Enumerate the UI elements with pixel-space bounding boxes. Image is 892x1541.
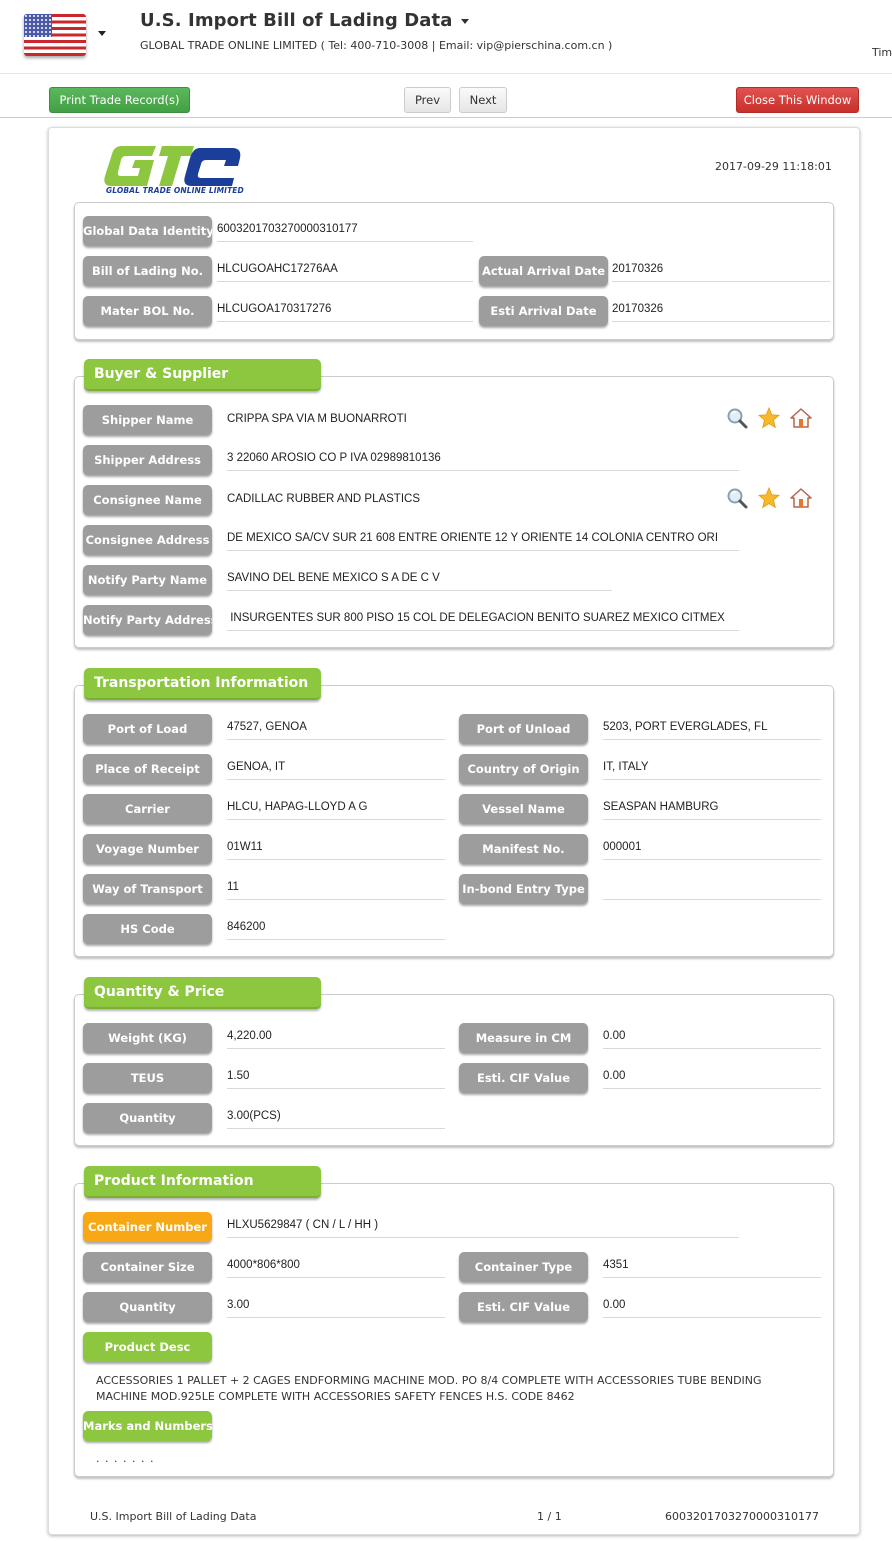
bill-of-lading-label: Bill of Lading No. <box>83 256 212 286</box>
star-icon[interactable] <box>758 407 780 429</box>
teus-label: TEUS <box>83 1063 212 1093</box>
esti-cif-value: 0.00 <box>603 1067 821 1089</box>
inbond-entry-type-value <box>603 878 821 900</box>
country-dropdown-caret-icon[interactable] <box>98 31 106 36</box>
actual-arrival-date-label: Actual Arrival Date <box>479 256 608 286</box>
print-trade-records-button[interactable]: Print Trade Record(s) <box>49 87 190 113</box>
esti-cif-value-label: Esti. CIF Value <box>459 1063 588 1093</box>
shipper-address-value: 3 22060 AROSIO CO P IVA 02989810136 <box>227 449 739 471</box>
port-of-load-label: Port of Load <box>83 714 212 744</box>
shipper-name-label: Shipper Name <box>83 405 212 435</box>
container-type-label: Container Type <box>459 1252 588 1282</box>
port-of-load-value: 47527, GENOA <box>227 718 445 740</box>
carrier-label: Carrier <box>83 794 212 824</box>
measure-value: 0.00 <box>603 1027 821 1049</box>
container-size-value: 4000*806*800 <box>227 1256 445 1278</box>
place-of-receipt-value: GENOA, IT <box>227 758 445 780</box>
mater-bol-label: Mater BOL No. <box>83 296 212 326</box>
vessel-name-label: Vessel Name <box>459 794 588 824</box>
footer-page-indicator: 1 / 1 <box>537 1510 562 1523</box>
container-type-value: 4351 <box>603 1256 821 1278</box>
esti-arrival-date-label: Esti Arrival Date <box>479 296 608 326</box>
page-header: U.S. Import Bill of Lading Data GLOBAL T… <box>0 0 892 74</box>
voyage-number-label: Voyage Number <box>83 834 212 864</box>
truncated-time-label: Tim <box>872 46 892 59</box>
container-size-label: Container Size <box>83 1252 212 1282</box>
weight-value: 4,220.00 <box>227 1027 445 1049</box>
notify-party-name-value: SAVINO DEL BENE MEXICO S A DE C V <box>227 569 612 591</box>
place-of-receipt-label: Place of Receipt <box>83 754 212 784</box>
close-window-button[interactable]: Close This Window <box>736 87 859 113</box>
measure-label: Measure in CM <box>459 1023 588 1053</box>
global-data-identity-value: 6003201703270000310177 <box>217 220 473 242</box>
consignee-action-icons <box>726 487 812 509</box>
consignee-name-value: CADILLAC RUBBER AND PLASTICS <box>227 493 421 505</box>
voyage-number-value: 01W11 <box>227 838 445 860</box>
container-number-label: Container Number <box>83 1212 212 1242</box>
esti-arrival-date-value: 20170326 <box>612 300 830 322</box>
search-icon[interactable] <box>726 487 748 509</box>
footer-title: U.S. Import Bill of Lading Data <box>90 1510 257 1523</box>
quantity-label: Quantity <box>83 1103 212 1133</box>
mater-bol-value: HLCUGOA170317276 <box>217 300 473 322</box>
weight-label: Weight (KG) <box>83 1023 212 1053</box>
home-icon[interactable] <box>790 487 812 509</box>
star-icon[interactable] <box>758 487 780 509</box>
record-timestamp: 2017-09-29 11:18:01 <box>715 160 832 173</box>
quantity-price-section-title: Quantity & Price Information <box>84 977 321 1030</box>
bill-of-lading-value: HLCUGOAHC17276AA <box>217 260 473 282</box>
consignee-address-label: Consignee Address <box>83 525 212 555</box>
title-dropdown-caret-icon[interactable] <box>460 18 469 24</box>
home-icon[interactable] <box>790 407 812 429</box>
product-quantity-label: Quantity <box>83 1292 212 1322</box>
way-of-transport-value: 11 <box>227 878 445 900</box>
prev-button[interactable]: Prev <box>404 87 451 113</box>
container-number-value: HLXU5629847 ( CN / L / HH ) <box>227 1216 739 1238</box>
way-of-transport-label: Way of Transport <box>83 874 212 904</box>
product-desc-label: Product Desc <box>83 1332 212 1362</box>
search-icon[interactable] <box>726 407 748 429</box>
shipper-action-icons <box>726 407 812 429</box>
logo-caption: GLOBAL TRADE ONLINE LIMITED <box>106 186 244 195</box>
company-contact-info: GLOBAL TRADE ONLINE LIMITED ( Tel: 400-7… <box>140 39 613 52</box>
port-of-unload-value: 5203, PORT EVERGLADES, FL <box>603 718 821 740</box>
vessel-name-value: SEASPAN HAMBURG <box>603 798 821 820</box>
country-of-origin-label: Country of Origin <box>459 754 588 784</box>
notify-party-name-label: Notify Party Name <box>83 565 212 595</box>
consignee-address-value: DE MEXICO SA/CV SUR 21 608 ENTRE ORIENTE… <box>227 529 739 551</box>
toolbar: Print Trade Record(s) Prev Next Close Th… <box>0 75 892 118</box>
next-button[interactable]: Next <box>459 87 507 113</box>
inbond-entry-type-label: In-bond Entry Type <box>459 874 588 904</box>
page-title-text: U.S. Import Bill of Lading Data <box>140 10 453 31</box>
notify-party-address-value: INSURGENTES SUR 800 PISO 15 COL DE DELEG… <box>227 609 739 631</box>
footer-record-id: 6003201703270000310177 <box>665 1510 819 1523</box>
transportation-section-title: Transportation Information <box>84 668 321 700</box>
product-quantity-value: 3.00 <box>227 1296 445 1318</box>
manifest-no-label: Manifest No. <box>459 834 588 864</box>
product-section-title: Product Information <box>84 1166 321 1198</box>
teus-value: 1.50 <box>227 1067 445 1089</box>
manifest-no-value: 000001 <box>603 838 821 860</box>
shipper-address-label: Shipper Address <box>83 445 212 475</box>
page-title[interactable]: U.S. Import Bill of Lading Data <box>140 10 469 31</box>
actual-arrival-date-value: 20170326 <box>612 260 830 282</box>
country-of-origin-value: IT, ITALY <box>603 758 821 780</box>
hs-code-label: HS Code <box>83 914 212 944</box>
product-esti-cif-value: 0.00 <box>603 1296 821 1318</box>
marks-and-numbers-value: . . . . . . . <box>96 1452 155 1465</box>
marks-and-numbers-label: Marks and Numbers <box>83 1411 212 1441</box>
buyer-supplier-section-title: Buyer & Supplier Information <box>84 359 321 412</box>
product-description-text: ACCESSORIES 1 PALLET + 2 CAGES ENDFORMIN… <box>96 1374 762 1403</box>
quantity-value: 3.00(PCS) <box>227 1107 445 1129</box>
shipper-name-value: CRIPPA SPA VIA M BUONARROTI <box>227 413 407 425</box>
hs-code-value: 846200 <box>227 918 445 940</box>
global-data-identity-label: Global Data Identity <box>83 216 212 246</box>
product-esti-cif-label: Esti. CIF Value <box>459 1292 588 1322</box>
consignee-name-label: Consignee Name <box>83 485 212 515</box>
notify-party-address-label: Notify Party Address <box>83 605 212 635</box>
carrier-value: HLCU, HAPAG-LLOYD A G <box>227 798 445 820</box>
us-flag-icon[interactable] <box>24 14 86 56</box>
port-of-unload-label: Port of Unload <box>459 714 588 744</box>
